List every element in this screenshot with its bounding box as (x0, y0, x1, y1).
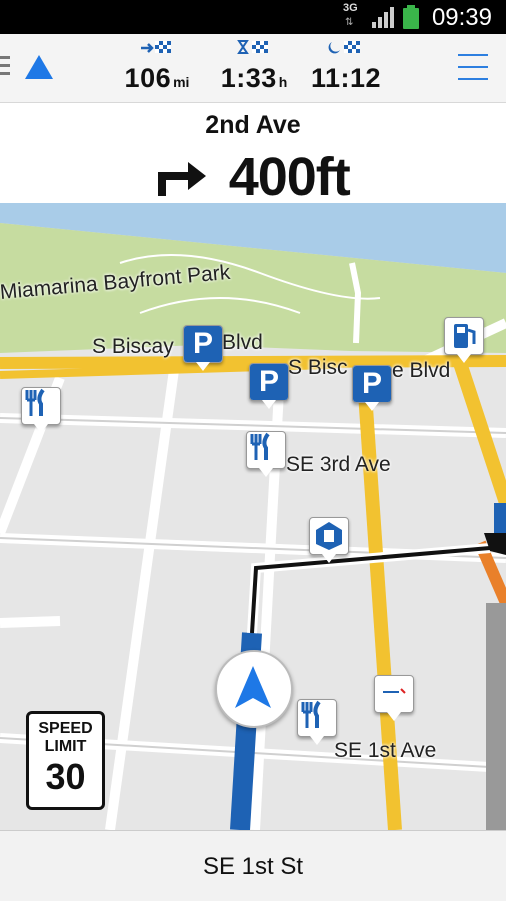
current-street-bar[interactable]: SE 1st St (0, 830, 506, 901)
network-type: 3G (343, 2, 358, 14)
distance-value: 106 (124, 63, 172, 93)
signal-bars-icon (372, 7, 394, 28)
restaurant-poi-icon[interactable] (297, 699, 337, 745)
restaurant-poi-icon[interactable] (246, 431, 286, 477)
street-label-biscayne-2: Blvd (222, 331, 263, 354)
turn-instruction-panel[interactable]: 2nd Ave 400ft (0, 103, 506, 207)
street-label-biscayne-right: S Bisc (288, 356, 348, 379)
arrival-time-icon (328, 41, 360, 54)
data-activity-icon: ⇅ (345, 17, 354, 28)
turn-right-icon (158, 162, 207, 196)
side-menu-handle[interactable] (0, 56, 10, 80)
parking-poi-icon[interactable]: P (352, 365, 392, 411)
next-street-name: 2nd Ave (205, 111, 301, 139)
status-bar: 3G ⇅ 09:39 (0, 0, 506, 34)
navigation-mode-icon[interactable] (24, 54, 54, 80)
arrival-time[interactable]: 11:12 (308, 38, 384, 93)
trip-info-bar: 106 mi 1:33 h 11:12 (0, 34, 506, 103)
turn-distance: 400ft (228, 147, 351, 207)
time-to-destination-icon (237, 40, 268, 54)
time-remaining[interactable]: 1:33 h (216, 38, 292, 93)
street-label-se-1st-ave: SE 1st Ave (334, 739, 437, 762)
status-time: 09:39 (431, 4, 492, 31)
street-label-biscayne: S Biscay (92, 335, 174, 358)
current-street-name: SE 1st St (202, 853, 304, 880)
bank-poi-icon[interactable] (309, 517, 349, 563)
parking-poi-icon[interactable]: P (249, 363, 289, 409)
vehicle-position-icon[interactable] (215, 650, 293, 728)
parking-poi-icon[interactable]: P (183, 325, 223, 371)
speed-limit-label: SPEED LIMIT (38, 720, 93, 755)
speed-limit-sign: SPEED LIMIT 30 (26, 711, 105, 810)
distance-remaining[interactable]: 106 mi (122, 38, 192, 93)
distance-unit: mi (173, 74, 190, 90)
restaurant-poi-icon[interactable] (21, 387, 61, 433)
menu-button[interactable] (458, 54, 488, 90)
bank-of-america-poi-icon[interactable] (374, 675, 414, 721)
time-value: 1:33 (220, 63, 277, 93)
time-unit: h (278, 74, 288, 90)
street-label-se-3rd-ave: SE 3rd Ave (286, 453, 391, 476)
distance-to-destination-icon (141, 41, 171, 53)
battery-icon (403, 5, 419, 29)
fuel-station-poi-icon[interactable] (444, 317, 484, 363)
speed-limit-value: 30 (45, 756, 86, 797)
street-label-biscayne-right-2: e Blvd (392, 359, 451, 382)
arrival-value: 11:12 (310, 63, 382, 93)
